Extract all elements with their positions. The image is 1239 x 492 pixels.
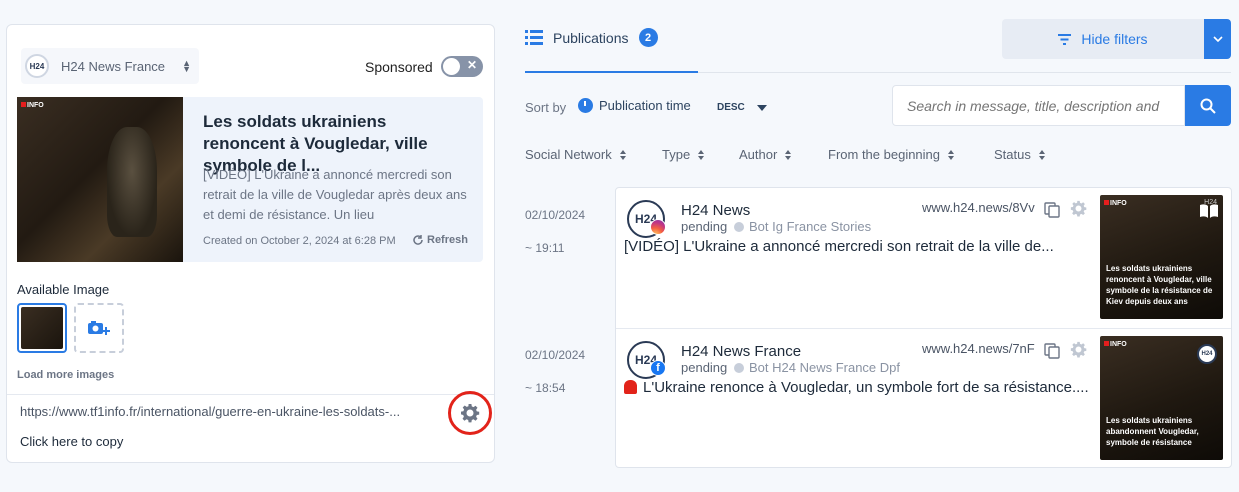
sort-updown-icon	[785, 149, 792, 160]
post-message: L'Ukraine renonce à Vougledar, un symbol…	[624, 379, 1094, 396]
post-time: ~ 18:54	[525, 381, 566, 395]
bot-icon	[734, 362, 744, 373]
available-image-label: Available Image	[17, 282, 110, 297]
sort-field-label: Publication time	[599, 98, 691, 113]
source-url[interactable]: https://www.tf1info.fr/international/gue…	[20, 404, 440, 419]
clock-icon	[578, 98, 593, 113]
refresh-button[interactable]: Refresh	[412, 234, 468, 246]
publication-row[interactable]: H24 H24 News pending Bot Ig France Stori…	[616, 188, 1231, 328]
thumbnail-caption: Les soldats ukrainiens abandonnent Vougl…	[1106, 416, 1199, 447]
filter-label: From the beginning	[828, 147, 941, 162]
status-label: pending	[681, 219, 728, 234]
post-message: [VIDÉO] L'Ukraine a annoncé mercredi son…	[624, 238, 1054, 255]
copy-icon[interactable]	[1044, 202, 1060, 218]
filter-icon	[1058, 33, 1072, 45]
tf1-info-logo: INFO	[1104, 200, 1127, 207]
sort-direction-select[interactable]: DESC	[717, 102, 745, 113]
caret-down-icon[interactable]	[757, 105, 767, 111]
filter-type[interactable]: Type	[662, 147, 705, 162]
publication-row[interactable]: H24 f H24 News France pending Bot H24 Ne…	[616, 328, 1231, 468]
account-avatar: H24	[25, 54, 49, 78]
filter-label: Status	[994, 147, 1031, 162]
filter-label: Type	[662, 147, 691, 162]
preview-description: [VIDÉO] L'Ukraine a annoncé mercredi son…	[203, 167, 467, 222]
gear-icon[interactable]	[1070, 200, 1087, 217]
active-tab-indicator	[525, 71, 698, 73]
status-label: pending	[681, 360, 728, 375]
gear-icon[interactable]	[1070, 341, 1087, 358]
divider	[7, 394, 494, 395]
link-preview-panel: H24 H24 News France ▲ ▼ Sponsored ✕ INFO …	[6, 24, 495, 463]
short-link[interactable]: www.h24.news/8Vv	[922, 200, 1035, 215]
account-select[interactable]: H24 H24 News France ▲ ▼	[21, 48, 199, 84]
filter-status[interactable]: Status	[994, 147, 1045, 162]
bot-icon	[734, 221, 744, 232]
filter-date-range[interactable]: From the beginning	[828, 147, 955, 162]
tf1-info-logo: INFO	[21, 102, 44, 109]
instagram-icon	[650, 219, 666, 235]
search-input[interactable]	[893, 86, 1184, 125]
image-thumbnail-selected[interactable]	[17, 303, 67, 353]
post-date: 02/10/2024	[525, 208, 586, 222]
filter-author[interactable]: Author	[739, 147, 792, 162]
sponsored-label: Sponsored	[365, 59, 433, 75]
list-icon	[525, 30, 543, 45]
author-name: H24 News France	[681, 343, 802, 360]
siren-icon	[624, 380, 637, 394]
short-link[interactable]: www.h24.news/7nF	[922, 341, 1035, 356]
hide-filters-label: Hide filters	[1081, 31, 1148, 47]
add-image-button[interactable]	[74, 303, 124, 353]
sort-by-label: Sort by	[525, 100, 567, 115]
hide-filters-button[interactable]: Hide filters	[1002, 19, 1204, 59]
refresh-label: Refresh	[427, 234, 468, 246]
book-icon	[1200, 204, 1218, 218]
account-name: H24 News France	[61, 58, 166, 74]
facebook-icon: f	[650, 360, 666, 376]
soldier-figure	[107, 127, 157, 237]
count-badge: 2	[638, 28, 658, 47]
search-field[interactable]	[892, 85, 1185, 126]
chevron-down-icon	[1212, 36, 1223, 42]
preview-created-date: Created on October 2, 2024 at 6:28 PM	[203, 235, 396, 247]
add-photo-icon	[88, 321, 110, 335]
post-thumbnail[interactable]: INFO H24 Les soldats ukrainiens abandonn…	[1100, 336, 1223, 460]
url-settings-button[interactable]	[448, 391, 492, 435]
sort-updown-icon	[698, 149, 705, 160]
preview-image[interactable]: INFO	[17, 97, 183, 262]
gear-icon	[461, 404, 480, 423]
copy-icon[interactable]	[1044, 343, 1060, 359]
bot-label: Bot Ig France Stories	[734, 219, 871, 234]
post-date: 02/10/2024	[525, 348, 586, 362]
sort-updown-icon	[619, 149, 626, 160]
sort-field-select[interactable]: Publication time	[578, 98, 691, 113]
h24-logo: H24	[1197, 344, 1217, 364]
tab-publications[interactable]: Publications 2	[525, 28, 658, 47]
sort-updown-icon	[1038, 149, 1045, 160]
post-thumbnail[interactable]: INFO H24 Les soldats ukrainiens renoncen…	[1100, 195, 1223, 319]
bot-label: Bot H24 News France Dpf	[734, 360, 900, 375]
tf1-info-logo: INFO	[1104, 341, 1127, 348]
post-time: ~ 19:11	[525, 241, 565, 255]
sponsored-toggle[interactable]: ✕	[441, 56, 483, 77]
link-preview-card: INFO Les soldats ukrainiens renoncent à …	[17, 97, 483, 262]
publication-list: H24 H24 News pending Bot Ig France Stori…	[615, 187, 1232, 468]
search-button[interactable]	[1185, 85, 1231, 126]
sort-updown-icon	[948, 149, 955, 160]
close-icon: ✕	[466, 58, 477, 72]
filter-label: Social Network	[525, 147, 612, 162]
filter-label: Author	[739, 147, 778, 162]
refresh-icon	[413, 235, 423, 245]
toggle-knob	[443, 58, 460, 75]
copy-url-button[interactable]: Click here to copy	[20, 434, 123, 449]
search-icon	[1200, 98, 1216, 114]
thumbnail-caption: Les soldats ukrainiens renoncent à Vougl…	[1106, 264, 1213, 306]
filters-dropdown-button[interactable]	[1204, 19, 1231, 59]
author-name: H24 News	[681, 202, 751, 219]
load-more-images-link[interactable]: Load more images	[17, 369, 114, 381]
filter-social-network[interactable]: Social Network	[525, 147, 626, 162]
tab-label: Publications	[553, 29, 629, 46]
select-caret-icon: ▲ ▼	[182, 58, 191, 74]
